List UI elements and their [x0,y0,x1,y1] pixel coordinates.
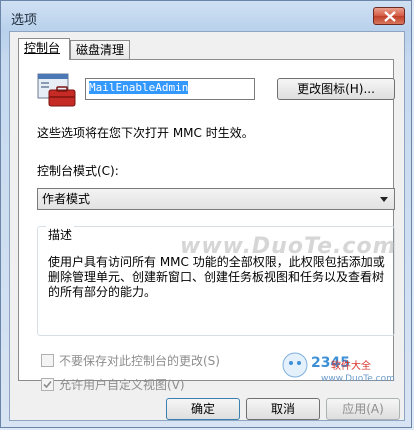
change-icon-button[interactable]: 更改图标(H)... [277,78,395,100]
do-not-save-label: 不要保存对此控制台的更改(S) [59,354,220,368]
checkbox-unchecked[interactable] [41,354,54,367]
options-dialog: 选项 控制台 磁盘清理 MailEnableAdmin 更改图标(H)... 这… [0,0,412,428]
chevron-down-icon [380,197,388,202]
console-name-value: MailEnableAdmin [89,81,189,94]
cancel-button[interactable]: 取消 [246,398,320,420]
title-bar[interactable]: 选项 [1,1,413,31]
apply-button[interactable]: 应用(A) [326,398,400,420]
allow-custom-view-label: 允许用户自定义视图(V) [59,378,185,392]
checkmark-icon [43,380,52,389]
description-text: 使用户具有访问所有 MMC 功能的全部权限，此权限包括添加或删除管理单元、创建新… [48,255,385,299]
allow-custom-view-checkbox[interactable]: 允许用户自定义视图(V) [41,376,185,393]
mmc-console-icon [37,73,76,107]
close-button[interactable] [373,7,405,25]
checkbox-checked[interactable] [41,378,54,391]
ok-button[interactable]: 确定 [166,398,240,420]
console-mode-label: 控制台模式(C): [37,164,119,178]
tab-console[interactable]: 控制台 [18,38,70,60]
console-name-field[interactable]: MailEnableAdmin [85,78,255,100]
window-title: 选项 [11,13,38,28]
console-tab-panel: MailEnableAdmin 更改图标(H)... 这些选项将在您下次打开 M… [18,59,395,392]
info-text: 这些选项将在您下次打开 MMC 时生效。 [37,126,254,140]
tab-disk-cleanup[interactable]: 磁盘清理 [70,40,130,60]
description-legend: 描述 [46,226,75,243]
logo-name: 软件大全 [331,361,371,372]
watermark: www.DuoTe.com [180,234,397,259]
console-mode-value: 作者模式 [42,192,91,206]
mascot-icon [282,352,308,378]
site-logo: 2345 软件大全 www.DuoTe.com [281,349,411,389]
console-mode-select[interactable]: 作者模式 [37,188,395,210]
close-icon [384,11,396,22]
do-not-save-checkbox[interactable]: 不要保存对此控制台的更改(S) [41,352,220,369]
logo-url: www.DuoTe.com [321,374,395,384]
